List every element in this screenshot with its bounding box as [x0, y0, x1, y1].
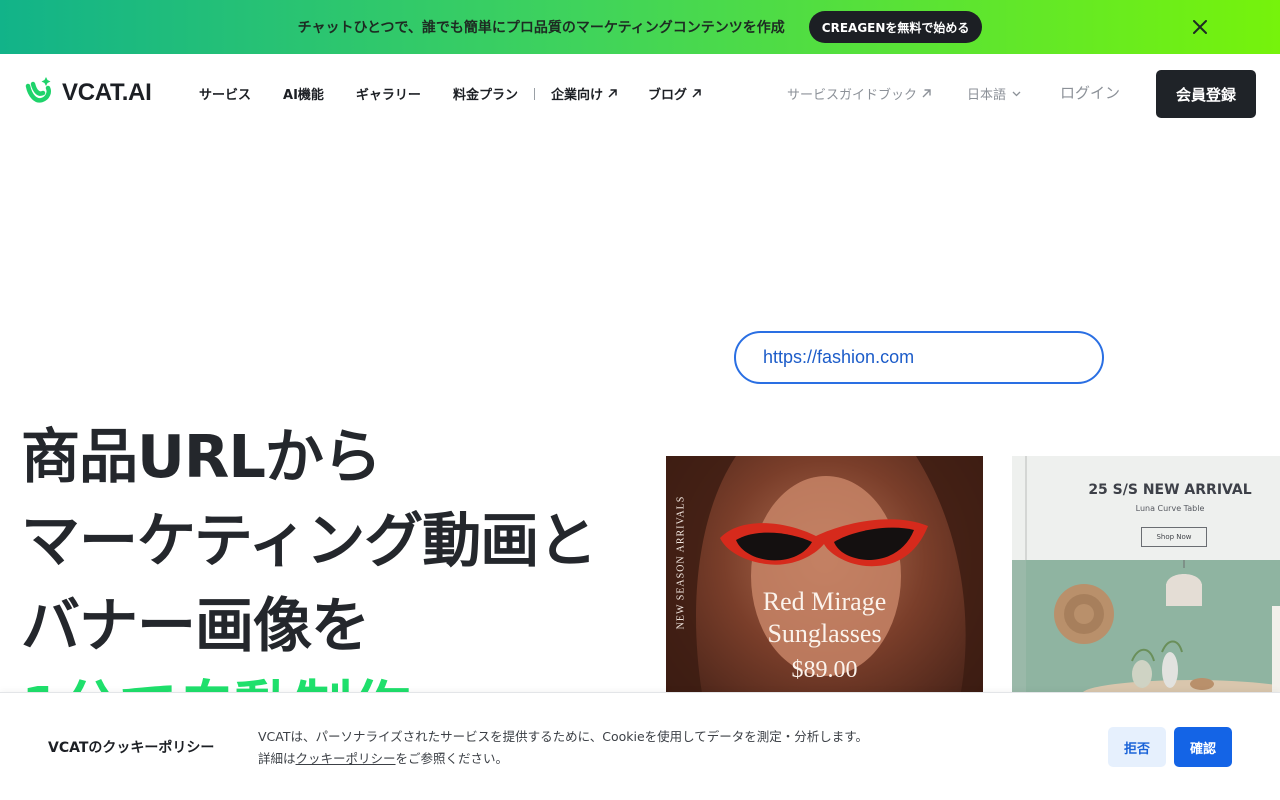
language-selector[interactable]: 日本語 — [967, 84, 1021, 103]
logo[interactable]: VCAT.AI — [24, 74, 152, 112]
logo-icon — [24, 74, 56, 112]
nav-divider — [533, 87, 535, 100]
nav-item-enterprise[interactable]: 企業向け — [551, 84, 618, 103]
cookie-text-line-1: VCATは、パーソナライズされたサービスを提供するために、Cookieを使用して… — [258, 729, 869, 744]
promo-text: チャットひとつで、誰でも簡単にプロ品質のマーケティングコンテンツを作成 — [297, 20, 785, 36]
external-link-icon — [921, 88, 932, 99]
product-title-line-2: Sunglasses — [767, 619, 882, 648]
guidebook-link[interactable]: サービスガイドブック — [787, 84, 932, 103]
promo-cta-button[interactable]: CREAGENを無料で始める — [808, 11, 983, 43]
login-link[interactable]: ログイン — [1060, 82, 1120, 103]
signup-button[interactable]: 会員登録 — [1156, 70, 1256, 118]
nav-item-label: 企業向け — [550, 88, 603, 103]
nav-item-gallery[interactable]: ギャラリー — [356, 84, 421, 103]
accept-button[interactable]: 確認 — [1174, 727, 1232, 767]
logo-text: VCAT.AI — [62, 79, 152, 106]
chevron-down-icon — [1012, 91, 1021, 97]
external-link-icon — [691, 88, 702, 99]
hero-headline-line-2: マーケティング動画と — [21, 506, 597, 575]
cookie-policy-link[interactable]: クッキーポリシー — [296, 751, 396, 766]
furniture-card-title: 25 S/S NEW ARRIVAL — [1088, 482, 1252, 498]
cookie-description: VCATは、パーソナライズされたサービスを提供するために、Cookieを使用して… — [258, 726, 868, 770]
nav-item-services[interactable]: サービス — [199, 84, 251, 103]
external-link-icon — [607, 88, 618, 99]
cookie-text-line-2: 詳細はクッキーポリシーをご参照ください。 — [258, 751, 509, 766]
product-url-input[interactable]: https://fashion.com — [734, 331, 1104, 384]
close-icon[interactable] — [1188, 15, 1212, 39]
site-header: VCAT.AI サービス AI機能 ギャラリー 料金プラン 企業向け ブログ サ… — [0, 54, 1280, 134]
nav-item-pricing[interactable]: 料金プラン — [453, 84, 518, 103]
cookie-consent-bar: VCATのクッキーポリシー VCATは、パーソナライズされたサービスを提供するた… — [0, 692, 1280, 800]
nav-item-ai-features[interactable]: AI機能 — [283, 84, 324, 103]
hero-headline-line-3: バナー画像を — [21, 591, 370, 660]
nav-item-blog[interactable]: ブログ — [648, 84, 702, 103]
cookie-title: VCATのクッキーポリシー — [48, 740, 215, 756]
furniture-card-subtitle: Luna Curve Table — [1135, 504, 1205, 513]
hero-headline-line-1: 商品URLから — [21, 422, 382, 491]
nav-item-label: ブログ — [647, 88, 687, 103]
promo-banner: チャットひとつで、誰でも簡単にプロ品質のマーケティングコンテンツを作成 CREA… — [0, 0, 1280, 54]
product-title-line-1: Red Mirage — [762, 587, 887, 616]
main-nav: サービス AI機能 ギャラリー 料金プラン 企業向け ブログ — [199, 84, 732, 103]
reject-button[interactable]: 拒否 — [1108, 727, 1166, 767]
product-price: $89.00 — [791, 657, 858, 683]
shop-now-button: Shop Now — [1141, 527, 1207, 547]
language-label: 日本語 — [967, 88, 1007, 103]
guidebook-label: サービスガイドブック — [787, 88, 918, 103]
